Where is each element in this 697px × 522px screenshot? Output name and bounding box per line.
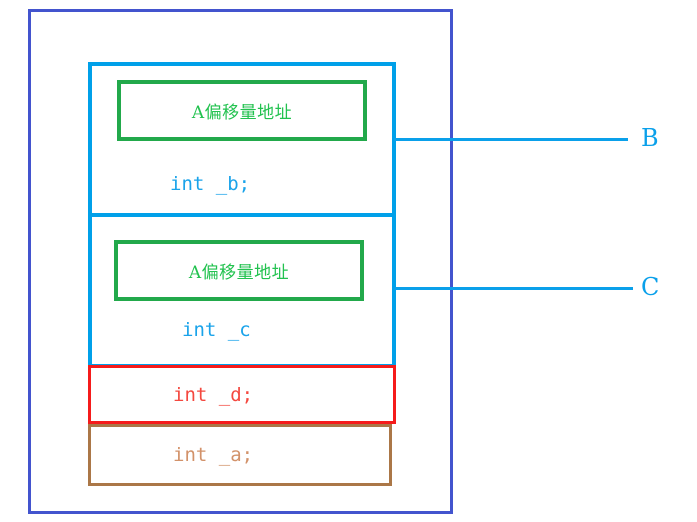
member-label-d: int _d; bbox=[173, 383, 254, 406]
offset-address-box-c: A偏移量地址 bbox=[114, 240, 364, 301]
offset-address-box-b: A偏移量地址 bbox=[117, 80, 367, 141]
edge-label-c: C bbox=[641, 273, 660, 301]
offset-address-label-b: A偏移量地址 bbox=[191, 103, 293, 123]
leader-line-b bbox=[394, 138, 628, 141]
offset-address-label-c: A偏移量地址 bbox=[188, 263, 290, 283]
edge-label-b: B bbox=[641, 124, 659, 152]
member-box-a: int _a; bbox=[88, 424, 392, 486]
member-box-d: int _d; bbox=[88, 365, 396, 424]
leader-line-c bbox=[394, 287, 633, 290]
diagram-canvas: A偏移量地址 int _b; A偏移量地址 int _c int _d; int… bbox=[0, 0, 697, 522]
member-label-a: int _a; bbox=[173, 444, 254, 466]
member-label-c: int _c bbox=[182, 319, 251, 341]
member-label-b: int _b; bbox=[170, 173, 251, 195]
